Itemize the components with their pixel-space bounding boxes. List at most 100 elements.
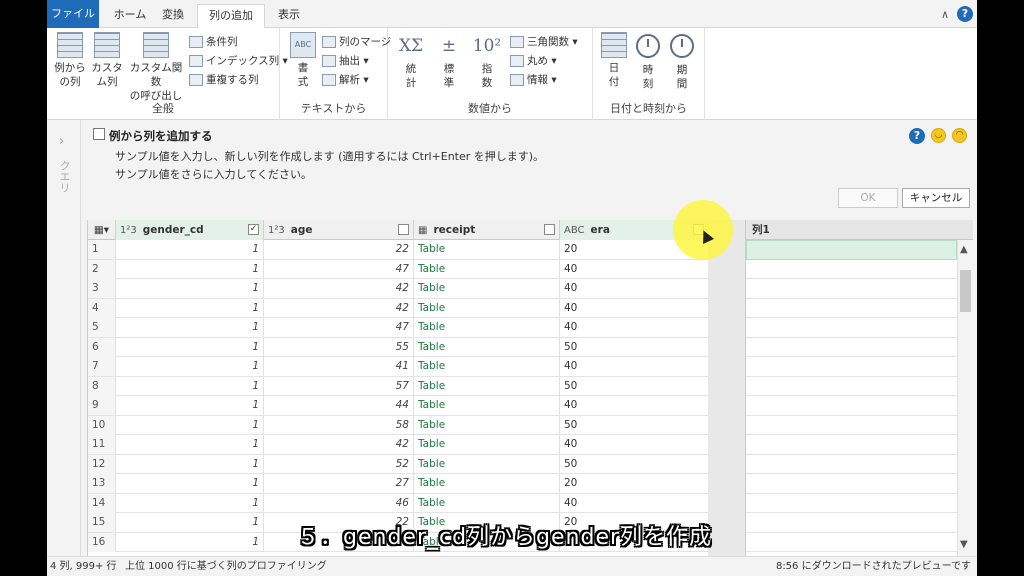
table-link-cell[interactable]: Table — [414, 318, 560, 337]
new-column-input-cell[interactable] — [746, 474, 957, 494]
column-checkbox[interactable] — [398, 224, 409, 235]
merge-columns-button[interactable]: 列のマージ — [322, 34, 391, 50]
queries-label[interactable]: クエリ — [56, 160, 72, 193]
column-checkbox[interactable]: ✓ — [248, 224, 259, 235]
table-link-cell[interactable]: Table — [414, 454, 560, 474]
table-link-cell[interactable]: Table — [414, 415, 560, 435]
tab-view[interactable]: 表示 — [271, 4, 307, 28]
new-column-input-cell[interactable] — [746, 279, 957, 299]
column-header-gender-cd[interactable]: 1²3 gender_cd ✓ — [116, 220, 264, 240]
row-number: 3 — [88, 279, 116, 298]
column-name: gender_cd — [142, 224, 204, 236]
group-from-text-label: テキストから — [300, 102, 367, 115]
scroll-thumb[interactable] — [960, 270, 971, 312]
duration-button[interactable]: 期 間 — [667, 32, 697, 91]
frown-icon[interactable]: ◠ — [952, 128, 967, 143]
group-from-date-time: 日 付 時 刻 期 間 日付と時刻から — [593, 28, 705, 120]
table-cell: 1 — [116, 493, 264, 513]
table-row: 9 1 44 Table 40 — [88, 396, 708, 416]
index-column-icon — [189, 55, 203, 67]
information-button[interactable]: 情報 ▾ — [510, 72, 557, 88]
table-cell: 41 — [264, 357, 414, 376]
cancel-button[interactable]: キャンセル — [902, 188, 970, 208]
table-link-cell[interactable]: Table — [414, 279, 560, 298]
duplicate-column-label: 重複する列 — [206, 74, 259, 86]
new-column-input-cell[interactable] — [746, 533, 957, 552]
trigonometry-button[interactable]: 三角関数 ▾ — [510, 34, 578, 50]
row-number: 10 — [88, 415, 116, 435]
conditional-column-button[interactable]: 条件列 — [189, 34, 238, 50]
duplicate-column-button[interactable]: 重複する列 — [189, 72, 259, 88]
index-column-button[interactable]: インデックス列 ▾ — [189, 53, 288, 69]
extract-button[interactable]: 抽出 ▾ — [322, 53, 369, 69]
row-number: 16 — [88, 532, 116, 552]
parse-button[interactable]: 解析 ▾ — [322, 72, 369, 88]
table-link-cell[interactable]: Table — [414, 337, 560, 357]
column-checkbox[interactable] — [544, 224, 555, 235]
table-link-cell[interactable]: Table — [414, 357, 560, 376]
standard-button[interactable]: ± 標 準 — [434, 32, 464, 90]
table-cell: 1 — [116, 513, 264, 532]
tab-transform[interactable]: 変換 — [155, 4, 191, 28]
new-column-input-cell[interactable] — [746, 416, 957, 435]
tab-file[interactable]: ファイル — [47, 0, 99, 28]
table-cell: 58 — [264, 415, 414, 435]
column-from-examples-button[interactable]: 例から の列 — [53, 32, 87, 89]
new-column-input-cell[interactable] — [746, 240, 957, 260]
scroll-down-icon[interactable]: ▼ — [960, 539, 968, 550]
collapse-ribbon-icon[interactable]: ∧ — [941, 8, 949, 21]
table-link-cell[interactable]: Table — [414, 376, 560, 396]
column-name: receipt — [433, 224, 476, 236]
new-column-input-cell[interactable] — [746, 396, 957, 416]
smile-icon[interactable]: ◡ — [931, 128, 946, 143]
vertical-scrollbar[interactable]: ▲ ▼ — [957, 240, 973, 556]
format-icon: ABC — [290, 32, 316, 58]
date-label: 日 付 — [608, 62, 620, 88]
table-link-cell[interactable]: Table — [414, 240, 560, 259]
scientific-button[interactable]: 10² 指 数 — [472, 32, 502, 90]
table-cell: 1 — [116, 259, 264, 279]
table-link-cell[interactable]: Table — [414, 493, 560, 513]
invoke-custom-function-button[interactable]: カスタム関数 の呼び出し — [125, 32, 187, 103]
new-column-input-cell[interactable] — [746, 357, 957, 377]
table-link-cell[interactable]: Table — [414, 396, 560, 415]
column-header-age[interactable]: 1²3 age — [264, 220, 414, 240]
table-cell: 47 — [264, 318, 414, 337]
tab-add-column[interactable]: 列の追加 — [197, 4, 265, 28]
new-column-input-cell[interactable] — [746, 338, 957, 357]
scroll-up-icon[interactable]: ▲ — [960, 244, 968, 255]
table-cell: 1 — [116, 298, 264, 318]
status-profiling[interactable]: 上位 1000 行に基づく列のプロファイリング — [125, 557, 327, 576]
custom-column-button[interactable]: カスタ ム列 — [91, 32, 123, 89]
standard-label: 標 準 — [443, 63, 455, 89]
new-column-input-cell[interactable] — [746, 435, 957, 455]
new-column-input-cell[interactable] — [746, 260, 957, 279]
custom-column-icon — [94, 32, 120, 58]
format-button[interactable]: ABC 書 式 — [286, 32, 320, 89]
table-menu-icon[interactable]: ▦▾ — [88, 220, 116, 240]
new-column-input-cell[interactable] — [746, 299, 957, 318]
tab-home[interactable]: ホーム — [107, 4, 153, 28]
new-column-input-cell[interactable] — [746, 318, 957, 338]
table-link-cell[interactable]: Table — [414, 435, 560, 454]
ok-button[interactable]: OK — [838, 188, 898, 208]
expand-queries-icon[interactable]: › — [59, 134, 64, 149]
table-link-cell[interactable]: Table — [414, 259, 560, 279]
new-column-header[interactable]: 列1 — [746, 220, 973, 240]
new-column-input-cell[interactable] — [746, 513, 957, 533]
column-header-receipt[interactable]: ▦ receipt — [414, 220, 560, 240]
date-button[interactable]: 日 付 — [599, 32, 629, 89]
new-column-input-cell[interactable] — [746, 494, 957, 513]
operators-icon: ± — [441, 36, 457, 56]
time-button[interactable]: 時 刻 — [633, 32, 663, 91]
duplicate-column-icon — [189, 74, 203, 86]
help-icon[interactable]: ? — [957, 6, 973, 22]
statistics-button[interactable]: XΣ 統 計 — [396, 32, 426, 90]
rounding-button[interactable]: 丸め ▾ — [510, 53, 557, 69]
panel-help-icon[interactable]: ? — [909, 128, 925, 144]
new-column-input-cell[interactable] — [746, 455, 957, 474]
table-link-cell[interactable]: Table — [414, 298, 560, 318]
table-link-cell[interactable]: Table — [414, 474, 560, 493]
new-column-input-cell[interactable] — [746, 377, 957, 396]
table-row: 11 1 42 Table 40 — [88, 435, 708, 455]
